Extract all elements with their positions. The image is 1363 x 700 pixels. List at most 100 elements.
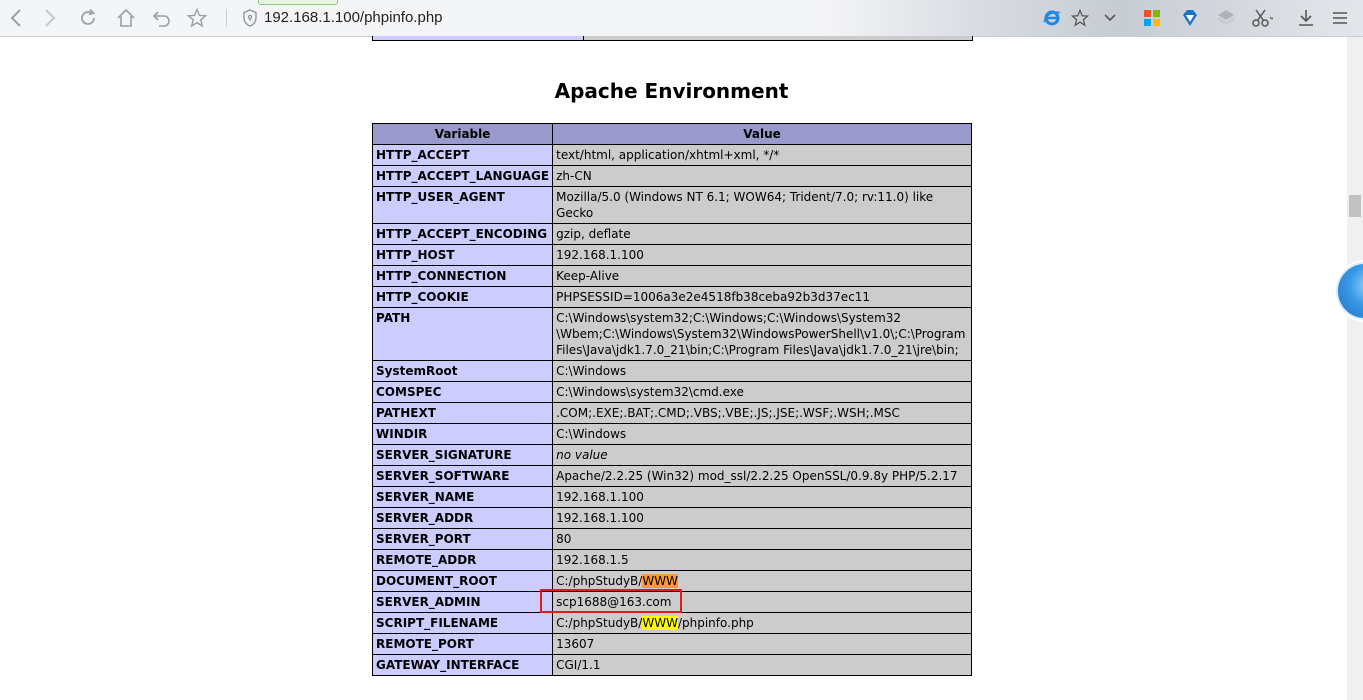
row-value: 192.168.1.100	[552, 244, 972, 266]
row-key: HTTP_USER_AGENT	[371, 186, 554, 224]
row-key: SERVER_SOFTWARE	[371, 465, 554, 487]
row-key: SystemRoot	[371, 360, 554, 382]
row-value: 13607	[552, 633, 972, 655]
table-row: PATH C:\Windows\system32;C:\Windows;C:\W…	[371, 307, 972, 361]
toolbar-divider	[226, 9, 227, 27]
scissors-icon[interactable]	[1250, 6, 1274, 30]
row-value: gzip, deflate	[552, 223, 972, 245]
row-key: WINDIR	[371, 423, 554, 445]
row-value: 192.168.1.100	[552, 486, 972, 508]
table-row: SERVER_SOFTWARE Apache/2.2.25 (Win32) mod…	[371, 465, 972, 487]
row-value: no value	[552, 444, 972, 466]
shield-diamond-icon[interactable]	[1178, 6, 1202, 30]
row-key: PATH	[371, 307, 554, 361]
row-value: C:\Windows	[552, 423, 972, 445]
row-key: SERVER_ADMIN	[371, 591, 554, 613]
row-key: SERVER_NAME	[371, 486, 554, 508]
row-value: 80	[552, 528, 972, 550]
row-value: 192.168.1.5	[552, 549, 972, 571]
table-row: COMSPEC C:\Windows\system32\cmd.exe	[371, 381, 972, 403]
row-key: HTTP_ACCEPT_ENCODING	[371, 223, 554, 245]
table-row: HTTP_COOKIE PHPSESSID=1006a3e2e4518fb38ce…	[371, 286, 972, 308]
table-row: SERVER_PORT 80	[371, 528, 972, 550]
annotation-red-box	[540, 589, 682, 613]
browser-toolbar: 192.168.1.100/phpinfo.php	[0, 0, 1363, 37]
row-value: C:\Windows\system32\cmd.exe	[552, 381, 972, 403]
row-key: HTTP_HOST	[371, 244, 554, 266]
table-row: PATHEXT .COM;.EXE;.BAT;.CMD;.VBS;.VBE;.JS…	[371, 402, 972, 424]
row-value-script-filename: C:/phpStudyB/WWW/phpinfo.php	[552, 612, 972, 634]
table-row: HTTP_USER_AGENT Mozilla/5.0 (Windows NT 6…	[371, 186, 972, 224]
forward-icon[interactable]	[38, 6, 62, 30]
loading-tab-indicator	[258, 0, 338, 5]
row-value: C:\Windows	[552, 360, 972, 382]
row-value: zh-CN	[552, 165, 972, 187]
ie-mode-icon[interactable]	[1040, 6, 1064, 30]
table-header-row: Variable Value	[371, 123, 972, 145]
table-row: SERVER_SIGNATURE no value	[371, 444, 972, 466]
table-row: SCRIPT_FILENAME C:/phpStudyB/WWW/phpinfo…	[371, 612, 972, 634]
path-line: C:\Windows\system32;C:\Windows;C:\Window…	[556, 311, 902, 325]
table-row: HTTP_ACCEPT text/html, application/xhtml+…	[371, 144, 972, 166]
path-line: \Wbem;C:\Windows\System32\WindowsPowerSh…	[556, 327, 966, 341]
undo-icon[interactable]	[150, 6, 174, 30]
row-key: GATEWAY_INTERFACE	[371, 654, 554, 676]
row-key: HTTP_CONNECTION	[371, 265, 554, 287]
section-heading: Apache Environment	[554, 79, 789, 103]
refresh-icon[interactable]	[76, 6, 100, 30]
table-row: HTTP_ACCEPT_LANGUAGE zh-CN	[371, 165, 972, 187]
vertical-scrollbar[interactable]	[1347, 37, 1363, 700]
apps-grid-icon[interactable]	[1140, 6, 1164, 30]
previous-table-remnant	[372, 36, 973, 41]
table-row: SERVER_ADDR 192.168.1.100	[371, 507, 972, 529]
table-row: GATEWAY_INTERFACE CGI/1.1	[371, 654, 972, 676]
row-key: PATHEXT	[371, 402, 554, 424]
value-prefix: C:/phpStudyB/	[556, 616, 643, 630]
row-key: SERVER_PORT	[371, 528, 554, 550]
dropdown-chevron-icon[interactable]	[1098, 6, 1122, 30]
row-key: REMOTE_ADDR	[371, 549, 554, 571]
row-value: 192.168.1.100	[552, 507, 972, 529]
favorite-star-icon[interactable]	[185, 6, 209, 30]
row-key: SERVER_SIGNATURE	[371, 444, 554, 466]
row-key: HTTP_ACCEPT_LANGUAGE	[371, 165, 554, 187]
row-value: Mozilla/5.0 (Windows NT 6.1; WOW64; Trid…	[552, 186, 972, 224]
row-value: text/html, application/xhtml+xml, */*	[552, 144, 972, 166]
cube-icon[interactable]	[1214, 6, 1238, 30]
back-icon[interactable]	[4, 6, 28, 30]
bookmark-star-icon[interactable]	[1068, 6, 1092, 30]
table-row: HTTP_ACCEPT_ENCODING gzip, deflate	[371, 223, 972, 245]
address-bar-url[interactable]: 192.168.1.100/phpinfo.php	[264, 9, 443, 26]
download-icon[interactable]	[1294, 6, 1318, 30]
menu-icon[interactable]	[1328, 6, 1352, 30]
table-row: SERVER_NAME 192.168.1.100	[371, 486, 972, 508]
row-key: HTTP_COOKIE	[371, 286, 554, 308]
row-key: SCRIPT_FILENAME	[371, 612, 554, 634]
table-row: REMOTE_ADDR 192.168.1.5	[371, 549, 972, 571]
highlighted-www: WWW	[642, 574, 678, 588]
column-header-value: Value	[552, 123, 972, 145]
row-value: PHPSESSID=1006a3e2e4518fb38ceba92b3d37ec…	[552, 286, 972, 308]
highlighted-www: WWW	[642, 616, 678, 630]
security-shield-icon[interactable]	[238, 6, 262, 30]
scrollbar-thumb[interactable]	[1349, 195, 1361, 217]
row-value: .COM;.EXE;.BAT;.CMD;.VBS;.VBE;.JS;.JSE;.…	[552, 402, 972, 424]
value-suffix: /phpinfo.php	[677, 616, 754, 630]
home-icon[interactable]	[114, 6, 138, 30]
row-key: COMSPEC	[371, 381, 554, 403]
row-key: HTTP_ACCEPT	[371, 144, 554, 166]
row-value-path: C:\Windows\system32;C:\Windows;C:\Window…	[552, 307, 972, 361]
row-key: DOCUMENT_ROOT	[371, 570, 554, 592]
table-row: SystemRoot C:\Windows	[371, 360, 972, 382]
row-value: Keep-Alive	[552, 265, 972, 287]
table-row: REMOTE_PORT 13607	[371, 633, 972, 655]
page-content: Apache Environment Variable Value HTTP_A…	[0, 36, 1347, 700]
column-header-variable: Variable	[371, 123, 554, 145]
row-value: CGI/1.1	[552, 654, 972, 676]
path-line: Files\Java\jdk1.7.0_21\bin;C:\Program Fi…	[556, 343, 959, 357]
row-value: Apache/2.2.25 (Win32) mod_ssl/2.2.25 Ope…	[552, 465, 972, 487]
row-key: SERVER_ADDR	[371, 507, 554, 529]
table-row: WINDIR C:\Windows	[371, 423, 972, 445]
value-prefix: C:/phpStudyB/	[556, 574, 643, 588]
table-row: HTTP_CONNECTION Keep-Alive	[371, 265, 972, 287]
